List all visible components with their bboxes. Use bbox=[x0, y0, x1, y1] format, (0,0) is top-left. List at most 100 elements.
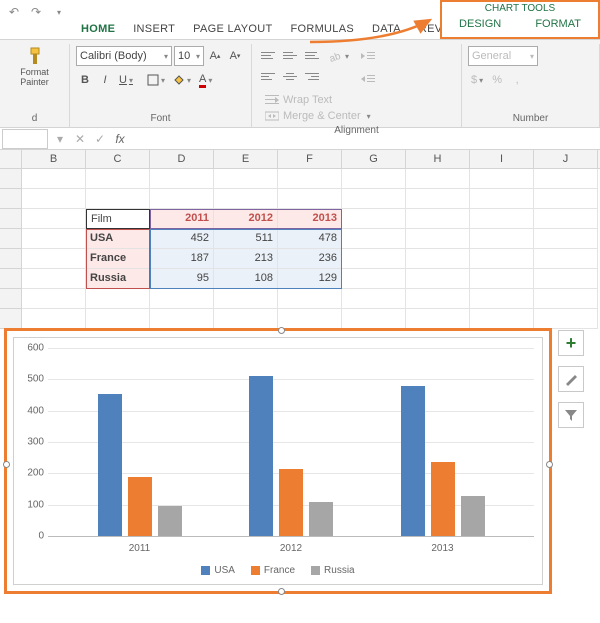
bar-usa[interactable] bbox=[249, 376, 273, 536]
cell[interactable] bbox=[470, 249, 534, 269]
italic-button[interactable]: I bbox=[96, 70, 114, 90]
font-name-select[interactable]: Calibri (Body)▾ bbox=[76, 46, 172, 66]
cell[interactable] bbox=[214, 309, 278, 329]
cell[interactable] bbox=[342, 189, 406, 209]
tab-page-layout[interactable]: PAGE LAYOUT bbox=[184, 17, 281, 39]
accounting-format-button[interactable]: $ bbox=[468, 70, 486, 90]
row-header[interactable] bbox=[0, 209, 21, 229]
undo-button[interactable]: ↶ bbox=[6, 4, 22, 20]
grow-font-button[interactable]: A▴ bbox=[206, 46, 224, 66]
cell[interactable] bbox=[342, 169, 406, 189]
cell[interactable] bbox=[406, 209, 470, 229]
row-header[interactable] bbox=[0, 269, 21, 289]
cell[interactable] bbox=[22, 169, 86, 189]
align-top-button[interactable] bbox=[258, 46, 278, 64]
cell[interactable] bbox=[22, 189, 86, 209]
tab-data[interactable]: DATA bbox=[363, 17, 410, 39]
cell[interactable] bbox=[534, 229, 598, 249]
cell[interactable]: France bbox=[86, 249, 150, 269]
col-header[interactable]: J bbox=[534, 150, 598, 168]
bold-button[interactable]: B bbox=[76, 70, 94, 90]
cell[interactable] bbox=[22, 229, 86, 249]
enter-formula-button[interactable]: ✓ bbox=[90, 129, 110, 149]
cell[interactable] bbox=[470, 309, 534, 329]
insert-function-button[interactable]: fx bbox=[110, 129, 130, 149]
bar-usa[interactable] bbox=[98, 394, 122, 536]
cell[interactable] bbox=[534, 189, 598, 209]
cell[interactable] bbox=[278, 189, 342, 209]
cell[interactable] bbox=[470, 189, 534, 209]
decrease-indent-button[interactable] bbox=[358, 46, 378, 66]
legend-item[interactable]: USA bbox=[201, 565, 235, 576]
tab-formulas[interactable]: FORMULAS bbox=[281, 17, 363, 39]
cell[interactable] bbox=[22, 249, 86, 269]
number-format-select[interactable]: General▾ bbox=[468, 46, 538, 66]
cell[interactable] bbox=[342, 289, 406, 309]
tab-chart-format[interactable]: FORMAT bbox=[535, 18, 581, 30]
col-header[interactable]: G bbox=[342, 150, 406, 168]
chart-area[interactable]: USAFranceRussia 010020030040050060020112… bbox=[13, 337, 543, 585]
redo-button[interactable]: ↷ bbox=[28, 4, 44, 20]
merge-center-button[interactable]: Merge & Center bbox=[262, 109, 374, 123]
col-header[interactable]: E bbox=[214, 150, 278, 168]
col-header[interactable]: F bbox=[278, 150, 342, 168]
col-header[interactable]: I bbox=[470, 150, 534, 168]
cell[interactable] bbox=[342, 229, 406, 249]
col-header[interactable]: C bbox=[86, 150, 150, 168]
cell[interactable] bbox=[534, 309, 598, 329]
worksheet-grid[interactable]: Film Production201120122013USA452511478F… bbox=[0, 169, 600, 329]
cell[interactable] bbox=[22, 209, 86, 229]
cell[interactable] bbox=[150, 289, 214, 309]
bar-russia[interactable] bbox=[461, 496, 485, 536]
tab-chart-design[interactable]: DESIGN bbox=[459, 18, 501, 30]
cell[interactable] bbox=[470, 229, 534, 249]
cell[interactable]: Film Production bbox=[86, 209, 150, 229]
cell[interactable] bbox=[406, 189, 470, 209]
select-all-corner[interactable] bbox=[0, 150, 22, 168]
cell[interactable] bbox=[214, 189, 278, 209]
cell[interactable] bbox=[214, 169, 278, 189]
cell[interactable] bbox=[534, 209, 598, 229]
row-header[interactable] bbox=[0, 169, 21, 189]
legend-item[interactable]: France bbox=[251, 565, 295, 576]
cell[interactable]: Russia bbox=[86, 269, 150, 289]
tab-home[interactable]: HOME bbox=[72, 17, 124, 39]
chart-legend[interactable]: USA France Russia bbox=[14, 565, 542, 576]
percent-format-button[interactable]: % bbox=[488, 70, 506, 90]
cell[interactable] bbox=[406, 229, 470, 249]
comma-format-button[interactable]: , bbox=[508, 70, 526, 90]
cell[interactable]: 95 bbox=[150, 269, 214, 289]
bar-cluster[interactable] bbox=[231, 376, 351, 536]
cell[interactable] bbox=[534, 289, 598, 309]
chart-filters-button[interactable] bbox=[558, 402, 584, 428]
increase-indent-button[interactable] bbox=[358, 69, 378, 89]
cell[interactable] bbox=[278, 309, 342, 329]
row-header[interactable] bbox=[0, 309, 21, 329]
cell[interactable] bbox=[150, 169, 214, 189]
cell[interactable] bbox=[406, 169, 470, 189]
bar-france[interactable] bbox=[279, 469, 303, 536]
cell[interactable] bbox=[86, 289, 150, 309]
col-header[interactable]: H bbox=[406, 150, 470, 168]
cell[interactable] bbox=[86, 169, 150, 189]
plot-area[interactable] bbox=[48, 348, 534, 536]
cell[interactable] bbox=[534, 249, 598, 269]
cell[interactable] bbox=[342, 309, 406, 329]
legend-item[interactable]: Russia bbox=[311, 565, 355, 576]
cell[interactable]: 2012 bbox=[214, 209, 278, 229]
cell[interactable] bbox=[406, 249, 470, 269]
cell[interactable] bbox=[342, 269, 406, 289]
cell[interactable] bbox=[150, 309, 214, 329]
cell[interactable]: 511 bbox=[214, 229, 278, 249]
cell[interactable] bbox=[342, 249, 406, 269]
cell[interactable]: USA bbox=[86, 229, 150, 249]
font-size-select[interactable]: 10▾ bbox=[174, 46, 204, 66]
bar-cluster[interactable] bbox=[80, 394, 200, 536]
bar-russia[interactable] bbox=[309, 502, 333, 536]
cell[interactable] bbox=[470, 209, 534, 229]
col-header[interactable]: B bbox=[22, 150, 86, 168]
col-header[interactable]: D bbox=[150, 150, 214, 168]
chart-styles-button[interactable] bbox=[558, 366, 584, 392]
cell[interactable] bbox=[22, 309, 86, 329]
bar-france[interactable] bbox=[128, 477, 152, 536]
